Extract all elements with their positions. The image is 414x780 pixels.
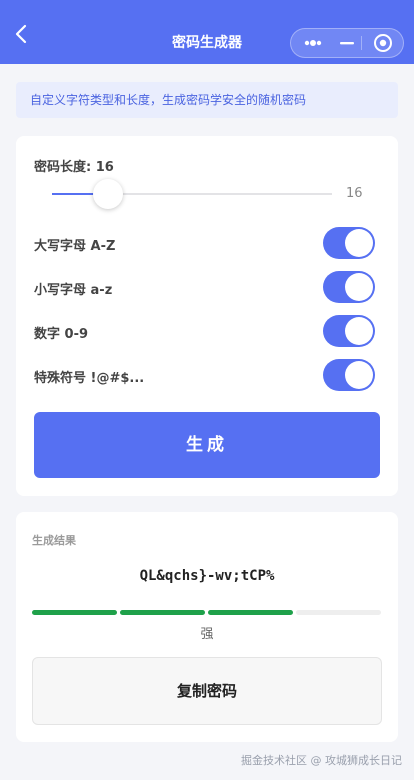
strength-segment-3 <box>208 610 293 615</box>
info-banner: 自定义字符类型和长度，生成密码学安全的随机密码 <box>16 82 398 118</box>
length-slider-value: 16 <box>346 186 363 201</box>
navbar: 密码生成器 <box>0 0 414 64</box>
toggle-knob <box>345 273 373 301</box>
capsule-divider <box>361 36 362 50</box>
option-lowercase-label: 小写字母 a-z <box>34 283 113 298</box>
generated-password: QL&qchs}-wv;tCP% <box>139 568 275 584</box>
option-symbols-label: 特殊符号 !@#$... <box>34 371 145 386</box>
more-dots-icon[interactable] <box>295 29 331 57</box>
settings-card: 密码长度: 16 16 大写字母 A-Z 小写字母 a-z 数字 0-9 特殊符… <box>16 136 398 496</box>
generate-button[interactable]: 生成 <box>34 412 380 478</box>
minimize-icon[interactable] <box>333 29 361 57</box>
toggle-knob <box>345 317 373 345</box>
watermark: 掘金技术社区 @ 攻城狮成长日记 <box>241 754 402 767</box>
lowercase-toggle[interactable] <box>323 271 375 303</box>
uppercase-toggle[interactable] <box>323 227 375 259</box>
toggle-knob <box>345 229 373 257</box>
option-uppercase-label: 大写字母 A-Z <box>34 239 116 254</box>
strength-segment-4 <box>296 610 381 615</box>
symbols-toggle[interactable] <box>323 359 375 391</box>
digits-toggle[interactable] <box>323 315 375 347</box>
strength-text: 强 <box>200 627 214 642</box>
result-label: 生成结果 <box>32 534 76 547</box>
target-circle-icon[interactable] <box>365 29 401 57</box>
length-label: 密码长度: 16 <box>34 160 114 175</box>
mini-program-capsule <box>290 28 404 58</box>
strength-segment-2 <box>120 610 205 615</box>
option-digits-label: 数字 0-9 <box>34 327 89 342</box>
copy-password-button[interactable]: 复制密码 <box>32 657 382 725</box>
length-slider-thumb[interactable] <box>93 179 123 209</box>
toggle-knob <box>345 361 373 389</box>
result-card: 生成结果 QL&qchs}-wv;tCP% 强 复制密码 <box>16 512 398 742</box>
strength-segment-1 <box>32 610 117 615</box>
